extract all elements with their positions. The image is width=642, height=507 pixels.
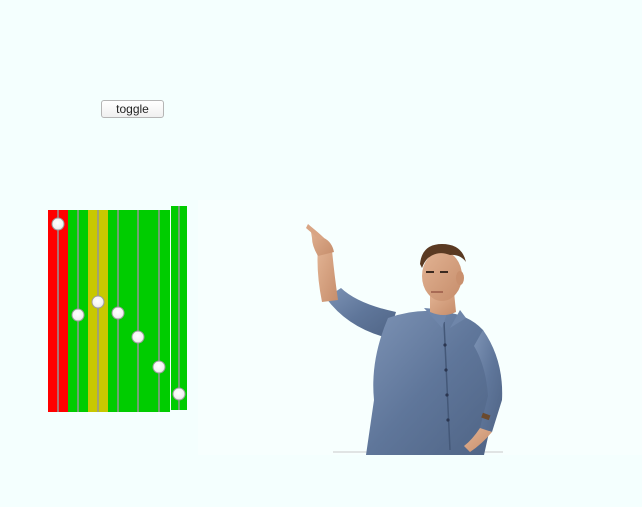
person-pointing-icon (306, 224, 503, 455)
person-photo (198, 200, 642, 455)
slider-thumb[interactable] (51, 217, 65, 231)
slider-track (137, 210, 139, 412)
slider-track (178, 206, 180, 410)
slider-thumb[interactable] (111, 306, 125, 320)
slider-2[interactable] (68, 210, 88, 412)
slider-thumb[interactable] (91, 295, 105, 309)
slider-track (57, 210, 59, 412)
slider-group (0, 0, 200, 420)
slider-7[interactable] (171, 206, 187, 410)
slider-thumb[interactable] (172, 387, 186, 401)
slider-track (97, 210, 99, 412)
slider-thumb[interactable] (71, 308, 85, 322)
slider-3[interactable] (88, 210, 108, 412)
slider-track (158, 210, 160, 412)
slider-thumb[interactable] (131, 330, 145, 344)
slider-5[interactable] (128, 210, 148, 412)
slider-thumb[interactable] (152, 360, 166, 374)
slider-4[interactable] (108, 210, 128, 412)
slider-1[interactable] (48, 210, 68, 412)
slider-6[interactable] (148, 210, 170, 412)
